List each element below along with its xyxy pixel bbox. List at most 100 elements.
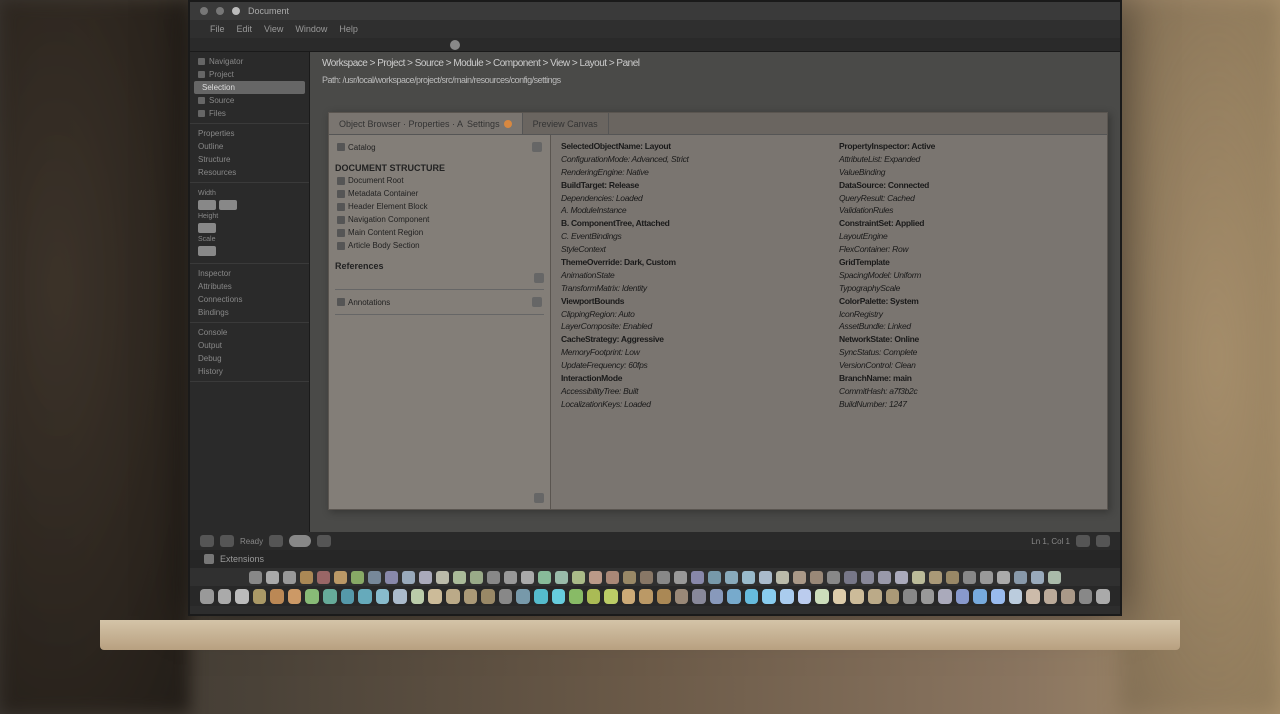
dock-app-icon[interactable] xyxy=(742,571,755,584)
dock-app-icon[interactable] xyxy=(538,571,551,584)
dock-app-icon[interactable] xyxy=(249,571,262,584)
menu-window[interactable]: Window xyxy=(295,24,327,34)
menu-view[interactable]: View xyxy=(264,24,283,34)
outline-item[interactable]: Navigation Component xyxy=(335,214,544,225)
dock-app-icon[interactable] xyxy=(622,589,636,604)
dock-app-icon[interactable] xyxy=(810,571,823,584)
dock-app-icon[interactable] xyxy=(833,589,847,604)
sidebar-item-selected[interactable]: Selection xyxy=(194,81,305,94)
dock-app-icon[interactable] xyxy=(453,571,466,584)
dock-app-icon[interactable] xyxy=(640,571,653,584)
dock-app-icon[interactable] xyxy=(903,589,917,604)
dock-app-icon[interactable] xyxy=(376,589,390,604)
dock-app-icon[interactable] xyxy=(499,589,513,604)
dock-app-icon[interactable] xyxy=(266,571,279,584)
dock-app-icon[interactable] xyxy=(521,571,534,584)
dock-app-icon[interactable] xyxy=(850,589,864,604)
dock-app-icon[interactable] xyxy=(878,571,891,584)
sidebar-item[interactable]: Navigator xyxy=(190,55,309,68)
extensions-icon[interactable] xyxy=(204,554,214,564)
dock-app-icon[interactable] xyxy=(253,589,267,604)
breadcrumb-line1[interactable]: Workspace > Project > Source > Module > … xyxy=(310,52,1120,75)
status-toggle[interactable] xyxy=(289,535,311,547)
dock-app-icon[interactable] xyxy=(980,571,993,584)
outline-item[interactable]: Header Element Block xyxy=(335,201,544,212)
dock-app-icon[interactable] xyxy=(305,589,319,604)
sidebar-item[interactable]: Inspector xyxy=(190,267,309,280)
dock-app-icon[interactable] xyxy=(218,589,232,604)
window-control-min[interactable] xyxy=(216,7,224,15)
dock-app-icon[interactable] xyxy=(657,589,671,604)
dock-app-icon[interactable] xyxy=(938,589,952,604)
dock-app-icon[interactable] xyxy=(288,589,302,604)
dock-app-icon[interactable] xyxy=(504,571,517,584)
dock-app-icon[interactable] xyxy=(973,589,987,604)
dock-app-icon[interactable] xyxy=(776,571,789,584)
dock-app-icon[interactable] xyxy=(963,571,976,584)
sidebar-item[interactable]: Debug xyxy=(190,352,309,365)
dock-app-icon[interactable] xyxy=(895,571,908,584)
dock-app-icon[interactable] xyxy=(780,589,794,604)
dock-app-icon[interactable] xyxy=(708,571,721,584)
status-icon[interactable] xyxy=(220,535,234,547)
sidebar-item[interactable]: History xyxy=(190,365,309,378)
sidebar-item[interactable]: Project xyxy=(190,68,309,81)
menu-edit[interactable]: Edit xyxy=(237,24,253,34)
sidebar-item[interactable]: Output xyxy=(190,339,309,352)
dock-app-icon[interactable] xyxy=(798,589,812,604)
sidebar-item[interactable]: Attributes xyxy=(190,280,309,293)
dock-app-icon[interactable] xyxy=(692,589,706,604)
outline-item[interactable]: Metadata Container xyxy=(335,188,544,199)
outline-item[interactable]: Main Content Region xyxy=(335,227,544,238)
dock-app-icon[interactable] xyxy=(428,589,442,604)
control-input[interactable] xyxy=(198,246,216,256)
dock-app-icon[interactable] xyxy=(1044,589,1058,604)
sidebar-item[interactable]: Outline xyxy=(190,140,309,153)
expand-icon[interactable] xyxy=(532,142,542,152)
dock-app-icon[interactable] xyxy=(997,571,1010,584)
outline-item[interactable]: Document Root xyxy=(335,175,544,186)
sidebar-item[interactable]: Connections xyxy=(190,293,309,306)
dock-app-icon[interactable] xyxy=(759,571,772,584)
dock-app-icon[interactable] xyxy=(827,571,840,584)
dock-app-icon[interactable] xyxy=(1009,589,1023,604)
dock-app-icon[interactable] xyxy=(470,571,483,584)
outline-item[interactable]: Article Body Section xyxy=(335,240,544,251)
dock-app-icon[interactable] xyxy=(946,571,959,584)
dock-app-icon[interactable] xyxy=(323,589,337,604)
dock-app-icon[interactable] xyxy=(815,589,829,604)
control-input[interactable] xyxy=(198,200,216,210)
dock-app-icon[interactable] xyxy=(317,571,330,584)
dock-app-icon[interactable] xyxy=(745,589,759,604)
dock-app-icon[interactable] xyxy=(1031,571,1044,584)
dock-app-icon[interactable] xyxy=(358,589,372,604)
sidebar-item[interactable]: Resources xyxy=(190,166,309,179)
panel-tab-browser[interactable]: Object Browser · Properties · A Settings xyxy=(329,113,523,134)
dock-app-icon[interactable] xyxy=(762,589,776,604)
dock-app-icon[interactable] xyxy=(1061,589,1075,604)
dock-app-icon[interactable] xyxy=(1026,589,1040,604)
dock-app-icon[interactable] xyxy=(674,571,687,584)
dock-app-icon[interactable] xyxy=(487,571,500,584)
dock-app-icon[interactable] xyxy=(921,589,935,604)
dock-app-icon[interactable] xyxy=(385,571,398,584)
dock-app-icon[interactable] xyxy=(623,571,636,584)
dock-app-icon[interactable] xyxy=(725,571,738,584)
dock-app-icon[interactable] xyxy=(436,571,449,584)
dock-app-icon[interactable] xyxy=(912,571,925,584)
window-control-max[interactable] xyxy=(232,7,240,15)
dock-app-icon[interactable] xyxy=(270,589,284,604)
dock-app-icon[interactable] xyxy=(657,571,670,584)
dock-app-icon[interactable] xyxy=(555,571,568,584)
dock-app-icon[interactable] xyxy=(341,589,355,604)
dock-app-icon[interactable] xyxy=(639,589,653,604)
dock-app-icon[interactable] xyxy=(402,571,415,584)
status-icon[interactable] xyxy=(269,535,283,547)
dock-app-icon[interactable] xyxy=(516,589,530,604)
dock-app-icon[interactable] xyxy=(793,571,806,584)
dock-app-icon[interactable] xyxy=(589,571,602,584)
window-control-close[interactable] xyxy=(200,7,208,15)
status-icon[interactable] xyxy=(1096,535,1110,547)
dock-app-icon[interactable] xyxy=(1079,589,1093,604)
dock-app-icon[interactable] xyxy=(419,571,432,584)
